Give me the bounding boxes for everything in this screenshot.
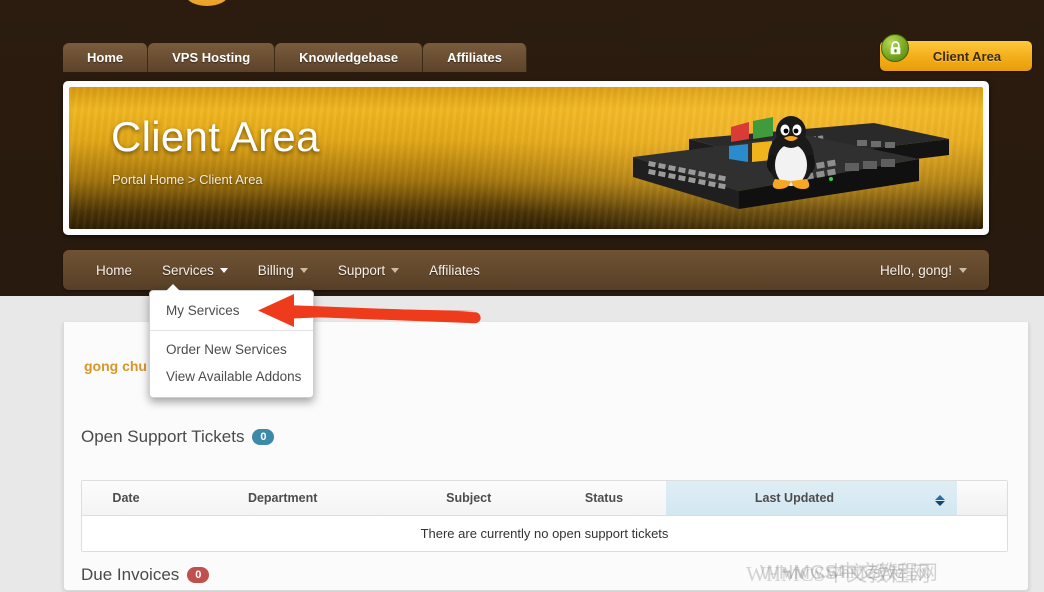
sort-indicator-cell[interactable] [923,481,957,516]
nav-item-home[interactable]: Home [81,250,147,290]
top-tab-label: Knowledgebase [299,50,399,65]
dropdown-item-view-available-addons[interactable]: View Available Addons [150,363,313,390]
column-header-subject[interactable]: Subject [395,481,542,516]
column-header-status[interactable]: Status [541,481,666,516]
top-tab-knowledgebase[interactable]: Knowledgebase [275,43,424,72]
column-header-last-updated[interactable]: Last Updated [665,481,923,516]
nav-item-services[interactable]: Services [147,250,243,290]
dropdown-item-my-services[interactable]: My Services [150,297,313,324]
chevron-down-icon [391,267,400,273]
client-area-button-label: Client Area [932,48,1002,64]
table-header-row: Date Department Subject Status Last Upda… [82,481,1007,516]
nav-item-billing[interactable]: Billing [243,250,323,290]
section-heading-label: Due Invoices [81,565,180,584]
open-support-tickets-table: Date Department Subject Status Last Upda… [81,480,1008,552]
open-support-tickets-heading: Open Support Tickets 0 [81,427,275,447]
sort-arrows-icon [935,495,945,507]
nav-item-label: Services [162,262,214,278]
top-tab-home[interactable]: Home [63,43,149,72]
nav-item-label: Affiliates [429,262,480,278]
page-title: Client Area [111,113,320,160]
nav-item-label: Support [337,262,386,278]
top-tab-label: Home [87,50,124,65]
top-tab-nav: Home VPS Hosting Knowledgebase Affiliate… [63,43,528,72]
chevron-down-icon [219,267,228,273]
page-banner-frame: Client Area Portal Home > Client Area [63,81,989,235]
site-logo-icon [186,0,228,6]
dropdown-divider [150,330,313,331]
user-greeting: gong chu [84,358,147,374]
column-header-department[interactable]: Department [169,481,396,516]
top-tab-vps-hosting[interactable]: VPS Hosting [148,43,276,72]
status-badge: 0 [187,567,210,583]
nav-item-label: Billing [257,262,294,278]
dropdown-item-label: Order New Services [166,342,287,357]
dropdown-item-order-new-services[interactable]: Order New Services [150,336,313,363]
section-heading-label: Open Support Tickets [81,427,245,446]
column-header-blank [957,481,1007,516]
column-header-date[interactable]: Date [82,481,170,516]
main-nav-bar: Home Services Billing Support Affiliates… [63,250,989,290]
top-tab-label: Affiliates [447,50,503,65]
top-tab-label: VPS Hosting [172,50,251,65]
nav-item-support[interactable]: Support [323,250,414,290]
user-menu[interactable]: Hello, gong! [880,263,967,278]
server-illustration-image [633,116,949,209]
services-dropdown-menu: My Services Order New Services View Avai… [149,284,314,398]
dropdown-item-label: View Available Addons [166,369,302,384]
dropdown-item-label: My Services [166,303,240,318]
empty-table-message: There are currently no open support tick… [82,515,1007,551]
top-tab-affiliates[interactable]: Affiliates [423,43,528,72]
breadcrumb: Portal Home > Client Area [112,172,263,187]
nav-item-label: Home [96,262,133,278]
nav-item-affiliates[interactable]: Affiliates [414,250,495,290]
user-menu-label: Hello, gong! [879,262,952,278]
chevron-down-icon [299,267,308,273]
chevron-down-icon [959,267,967,273]
table-row: There are currently no open support tick… [82,515,1007,551]
due-invoices-heading: Due Invoices 0 [81,565,210,585]
status-badge: 0 [252,429,275,445]
lock-icon [881,34,909,62]
page-banner: Client Area Portal Home > Client Area [69,87,983,229]
